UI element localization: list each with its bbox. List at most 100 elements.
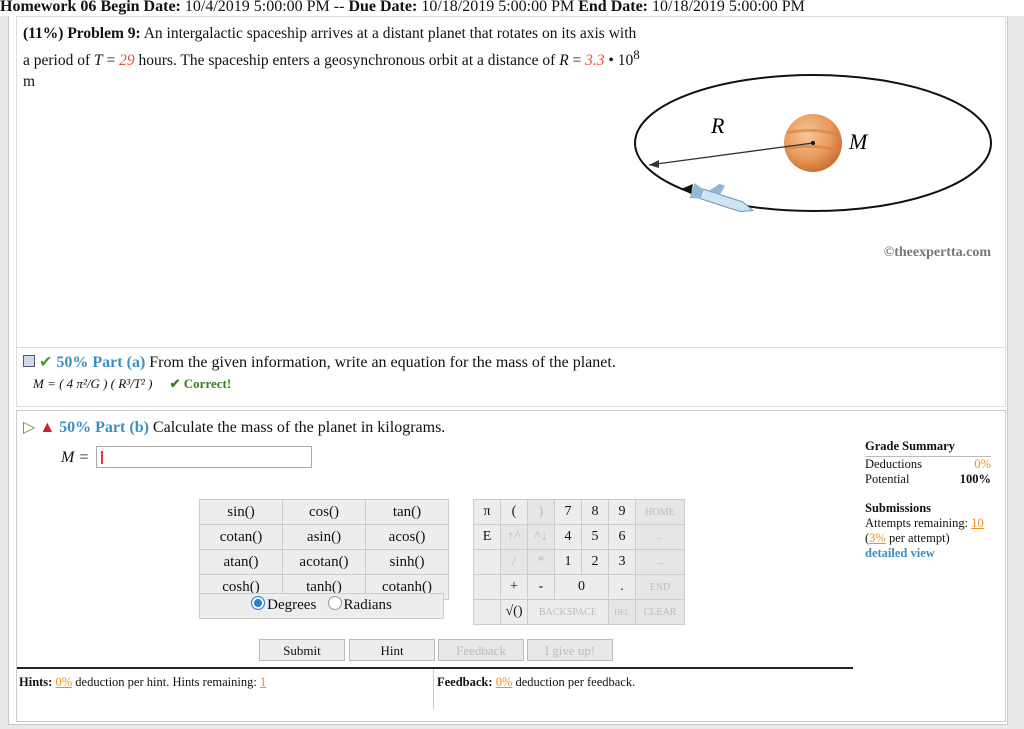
key-5[interactable]: 5 bbox=[581, 524, 609, 550]
part-b-pct: 50% Part (b) bbox=[59, 419, 149, 436]
key-atan[interactable]: atan() bbox=[199, 549, 283, 575]
key-clear[interactable]: CLEAR bbox=[635, 599, 685, 625]
key-8[interactable]: 8 bbox=[581, 499, 609, 525]
collapse-icon[interactable] bbox=[23, 355, 35, 367]
attempts-label: Attempts remaining: bbox=[865, 516, 969, 530]
key-3[interactable]: 3 bbox=[608, 549, 636, 575]
function-keypad: sin() cos() tan() cotan() asin() acos() … bbox=[199, 499, 449, 600]
answer-input[interactable] bbox=[96, 446, 312, 468]
grade-summary: Grade Summary Deductions 0% Potential 10… bbox=[865, 439, 991, 561]
problem-text: (11%) Problem 9: An intergalactic spaces… bbox=[23, 25, 640, 91]
deductions-value: 0% bbox=[974, 457, 991, 471]
feedback-pct: 0% bbox=[495, 675, 513, 689]
key-1[interactable]: 1 bbox=[554, 549, 582, 575]
key-6[interactable]: 6 bbox=[608, 524, 636, 550]
part-a-answer-row: M = ( 4 π²/G ) ( R³/T² ) ✔ Correct! bbox=[33, 376, 231, 392]
hints-remaining: 1 bbox=[259, 675, 267, 689]
potential-label: Potential bbox=[865, 472, 910, 486]
radians-label: Radians bbox=[343, 597, 392, 613]
key-power-up[interactable]: ↑^ bbox=[500, 524, 528, 550]
warning-icon: ▲ bbox=[39, 419, 56, 436]
part-a-answer: M = ( 4 π²/G ) ( R³/T² ) bbox=[33, 376, 153, 391]
give-up-button[interactable]: I give up! bbox=[527, 639, 613, 661]
key-sinh[interactable]: sinh() bbox=[365, 549, 449, 575]
correct-badge: ✔ Correct! bbox=[169, 376, 232, 391]
key-cos[interactable]: cos() bbox=[282, 499, 366, 525]
part-b-header: ▷ ▲ 50% Part (b) Calculate the mass of t… bbox=[23, 417, 445, 437]
key-divide[interactable]: / bbox=[500, 549, 528, 575]
hints-text: deduction per hint. Hints remaining: bbox=[75, 675, 257, 689]
key-backspace[interactable]: BACKSPACE bbox=[527, 599, 609, 625]
grade-summary-title: Grade Summary bbox=[865, 439, 991, 457]
part-a-pct: 50% Part (a) bbox=[56, 354, 146, 371]
end-date: 10/18/2019 5:00:00 PM bbox=[652, 0, 805, 15]
period-value: 29 bbox=[119, 52, 135, 70]
feedback-button[interactable]: Feedback bbox=[438, 639, 524, 661]
key-multiply[interactable]: * bbox=[527, 549, 555, 575]
key-del[interactable]: DEL bbox=[608, 599, 636, 625]
submissions-title: Submissions bbox=[865, 501, 932, 515]
hints-label: Hints: bbox=[19, 675, 53, 689]
deductions-row: Deductions 0% bbox=[865, 457, 991, 472]
distance-value: 3.3 bbox=[585, 52, 605, 70]
key-e[interactable]: E bbox=[473, 524, 501, 550]
key-power-down[interactable]: ^↓ bbox=[527, 524, 555, 550]
key-left-arrow[interactable]: ← bbox=[635, 524, 685, 550]
part-a-header: ✔ 50% Part (a) From the given informatio… bbox=[23, 352, 616, 372]
text-caret bbox=[101, 451, 103, 464]
key-blank-1 bbox=[473, 549, 501, 575]
homework-title: Homework 06 bbox=[0, 0, 97, 15]
key-sqrt[interactable]: √() bbox=[500, 599, 528, 625]
diagram-m-label: M bbox=[848, 129, 869, 154]
key-sin[interactable]: sin() bbox=[199, 499, 283, 525]
problem-text-2: hours. The spaceship enters a geosynchro… bbox=[138, 52, 556, 70]
part-b-text: Calculate the mass of the planet in kilo… bbox=[152, 419, 446, 436]
key-plus[interactable]: + bbox=[500, 574, 528, 600]
radians-radio[interactable]: Radians bbox=[327, 596, 392, 613]
angle-mode: Degrees Radians bbox=[199, 593, 444, 619]
key-right-arrow[interactable]: → bbox=[635, 549, 685, 575]
submit-button[interactable]: Submit bbox=[259, 639, 345, 661]
end-label: End Date: bbox=[578, 0, 648, 15]
spaceship-icon bbox=[689, 183, 755, 212]
hint-feedback-bar: Hints: 0% deduction per hint. Hints rema… bbox=[17, 667, 853, 709]
degrees-radio[interactable]: Degrees bbox=[251, 596, 316, 613]
potential-value: 100% bbox=[959, 472, 991, 486]
key-open-paren[interactable]: ( bbox=[500, 499, 528, 525]
key-cotan[interactable]: cotan() bbox=[199, 524, 283, 550]
key-4[interactable]: 4 bbox=[554, 524, 582, 550]
distance-times: • 10 bbox=[608, 52, 634, 70]
due-date: 10/18/2019 5:00:00 PM bbox=[421, 0, 575, 15]
expand-arrow-icon[interactable]: ▷ bbox=[23, 419, 35, 436]
detailed-view-link[interactable]: detailed view bbox=[865, 546, 991, 561]
number-keypad: π ( ) 7 8 9 HOME E ↑^ ^↓ 4 5 6 ← / * 1 2… bbox=[473, 499, 685, 625]
key-asin[interactable]: asin() bbox=[282, 524, 366, 550]
hint-button[interactable]: Hint bbox=[349, 639, 435, 661]
key-acotan[interactable]: acotan() bbox=[282, 549, 366, 575]
hints-pct: 0% bbox=[55, 675, 73, 689]
diagram-r-label: R bbox=[710, 113, 725, 138]
key-home[interactable]: HOME bbox=[635, 499, 685, 525]
key-tan[interactable]: tan() bbox=[365, 499, 449, 525]
key-9[interactable]: 9 bbox=[608, 499, 636, 525]
key-minus[interactable]: - bbox=[527, 574, 555, 600]
key-blank-3 bbox=[473, 599, 501, 625]
hints-info: Hints: 0% deduction per hint. Hints rema… bbox=[19, 675, 266, 690]
key-dot[interactable]: . bbox=[608, 574, 636, 600]
period-symbol: T bbox=[94, 52, 103, 70]
key-2[interactable]: 2 bbox=[581, 549, 609, 575]
key-acos[interactable]: acos() bbox=[365, 524, 449, 550]
key-7[interactable]: 7 bbox=[554, 499, 582, 525]
key-pi[interactable]: π bbox=[473, 499, 501, 525]
orbit-diagram: R M bbox=[634, 74, 992, 212]
deductions-label: Deductions bbox=[865, 457, 922, 471]
feedback-text: deduction per feedback. bbox=[515, 675, 636, 689]
key-end[interactable]: END bbox=[635, 574, 685, 600]
feedback-info: Feedback: 0% deduction per feedback. bbox=[437, 675, 635, 690]
per-attempt-pct: 3% bbox=[869, 531, 886, 545]
divider bbox=[433, 669, 434, 709]
key-close-paren[interactable]: ) bbox=[527, 499, 555, 525]
key-0[interactable]: 0 bbox=[554, 574, 609, 600]
attempts-row: Attempts remaining: 10 bbox=[865, 516, 991, 531]
key-blank-2 bbox=[473, 574, 501, 600]
